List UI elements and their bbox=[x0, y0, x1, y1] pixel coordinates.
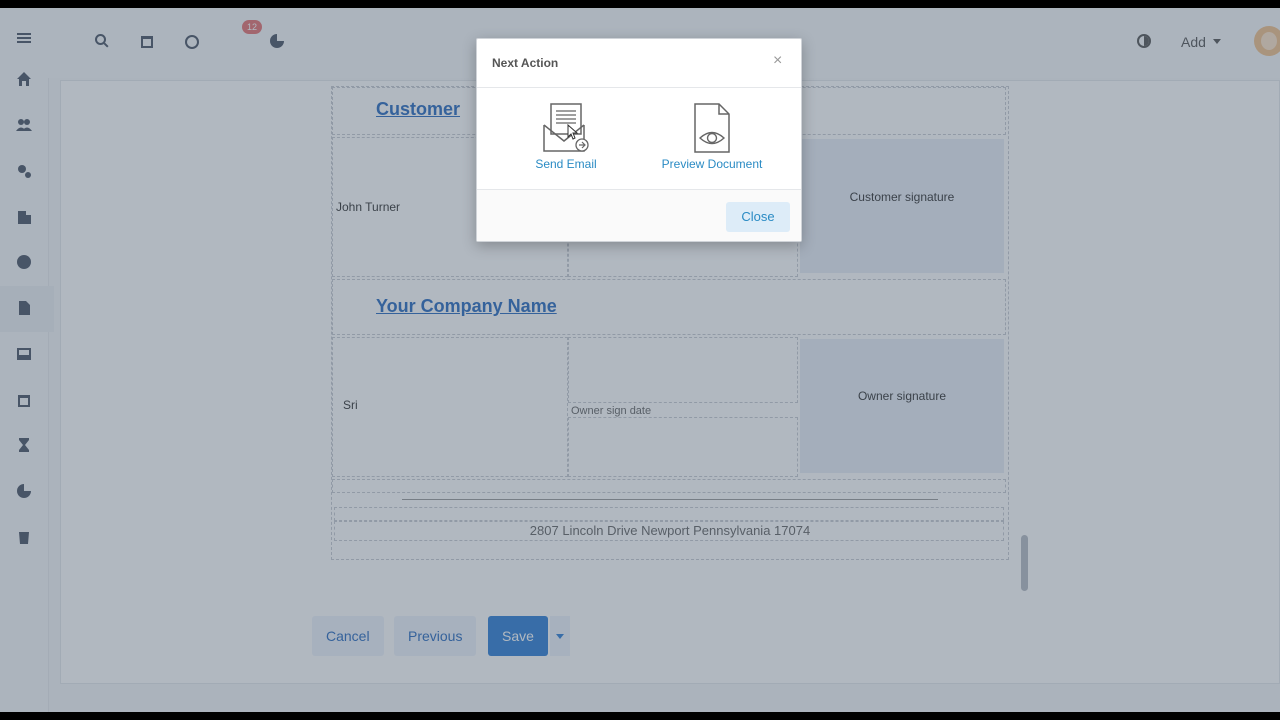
send-email-button[interactable]: Send Email bbox=[531, 103, 601, 171]
close-icon[interactable]: × bbox=[773, 52, 782, 70]
app-screen: 12 Add Customer John Turner Customer sig… bbox=[0, 8, 1280, 712]
preview-document-icon bbox=[694, 103, 730, 153]
preview-document-label: Preview Document bbox=[661, 157, 763, 171]
send-email-label: Send Email bbox=[535, 157, 597, 171]
modal-title: Next Action bbox=[492, 56, 559, 70]
modal-divider bbox=[477, 87, 801, 88]
next-action-modal: Next Action × Send Email Preview Documen… bbox=[476, 38, 802, 242]
preview-document-button[interactable]: Preview Document bbox=[653, 103, 771, 171]
send-email-icon bbox=[543, 103, 589, 152]
close-button[interactable]: Close bbox=[726, 202, 790, 232]
